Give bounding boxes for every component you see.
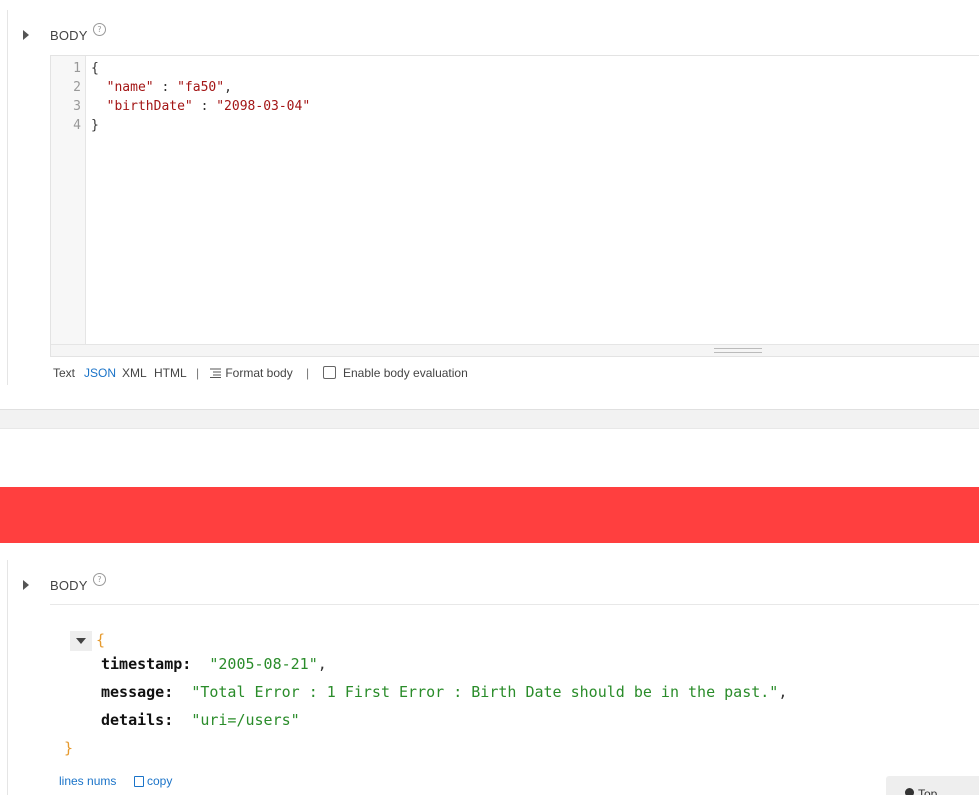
left-rule-top bbox=[7, 10, 8, 385]
expand-arrow-icon[interactable] bbox=[23, 580, 29, 590]
line-number: 2 bbox=[73, 80, 81, 95]
format-html-option[interactable]: HTML bbox=[154, 366, 187, 380]
code-line-2: "name" : "fa50", bbox=[106, 80, 232, 95]
resize-handle-icon[interactable] bbox=[714, 348, 762, 353]
enable-eval-label[interactable]: Enable body evaluation bbox=[343, 366, 468, 380]
expand-arrow-icon[interactable] bbox=[23, 30, 29, 40]
birthdate-key: "birthDate" bbox=[106, 99, 193, 114]
separator: | bbox=[306, 366, 310, 380]
format-body-label: Format body bbox=[225, 366, 293, 380]
enable-eval-checkbox[interactable] bbox=[323, 366, 336, 379]
lines-nums-link[interactable]: lines nums bbox=[59, 774, 116, 788]
birthdate-value: "2098-03-04" bbox=[216, 99, 311, 114]
line-number-gutter: 1 2 3 4 bbox=[51, 56, 86, 344]
line-number: 4 bbox=[73, 118, 81, 133]
code-line-1: { bbox=[91, 61, 99, 76]
left-rule-bottom bbox=[7, 560, 8, 795]
top-label: Top bbox=[918, 787, 938, 795]
code-line-4: } bbox=[91, 118, 99, 133]
format-xml-option[interactable]: XML bbox=[122, 366, 147, 380]
section-divider bbox=[0, 409, 979, 429]
collapse-toggle[interactable] bbox=[70, 631, 92, 651]
editor-resize-bar[interactable] bbox=[51, 344, 979, 356]
json-open-brace: { bbox=[96, 631, 106, 649]
format-json-option[interactable]: JSON bbox=[84, 366, 116, 380]
code-line-3: "birthDate" : "2098-03-04" bbox=[106, 99, 311, 114]
json-field-timestamp: timestamp: "2005-08-21", bbox=[101, 655, 327, 673]
error-status-bar bbox=[0, 487, 979, 543]
separator: | bbox=[196, 366, 200, 380]
line-number: 3 bbox=[73, 99, 81, 114]
format-body-button[interactable]: Format body bbox=[210, 366, 293, 380]
copy-icon[interactable] bbox=[134, 776, 144, 787]
response-header-divider bbox=[50, 604, 979, 605]
name-key: "name" bbox=[106, 80, 154, 95]
name-value: "fa50" bbox=[177, 80, 225, 95]
format-text-option[interactable]: Text bbox=[53, 366, 75, 380]
collapse-arrow-icon bbox=[76, 638, 86, 644]
scroll-top-button[interactable]: Top bbox=[886, 776, 979, 795]
json-field-message: message: "Total Error : 1 First Error : … bbox=[101, 683, 788, 701]
json-close-brace: } bbox=[64, 739, 74, 757]
copy-link[interactable]: copy bbox=[147, 774, 172, 788]
response-body-label: BODY bbox=[50, 578, 88, 593]
format-lines-icon bbox=[210, 368, 221, 378]
request-body-label: BODY bbox=[50, 28, 88, 43]
body-editor[interactable]: 1 2 3 4 { "name" : "fa50", "birthDate" :… bbox=[50, 55, 979, 357]
line-number: 1 bbox=[73, 61, 81, 76]
help-icon[interactable]: ? bbox=[93, 573, 106, 586]
help-icon[interactable]: ? bbox=[93, 23, 106, 36]
up-arrow-icon bbox=[905, 788, 914, 795]
json-field-details: details: "uri=/users" bbox=[101, 711, 300, 729]
